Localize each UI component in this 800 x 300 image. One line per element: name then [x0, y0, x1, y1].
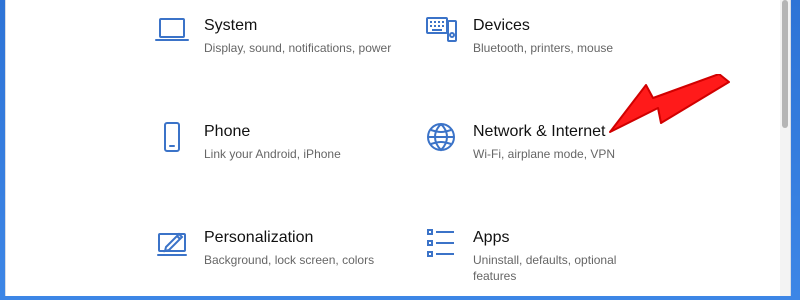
- phone-icon: [155, 120, 189, 154]
- settings-item-description: Background, lock screen, colors: [204, 253, 375, 267]
- scrollbar-thumb[interactable]: [782, 0, 788, 128]
- settings-item-apps[interactable]: Apps Uninstall, defaults, optional featu…: [424, 226, 674, 290]
- devices-icon: [424, 14, 458, 48]
- red-arrow-icon: [609, 73, 731, 138]
- laptop-icon: [155, 14, 189, 48]
- settings-item-title: Personalization: [204, 229, 314, 246]
- settings-item-personalization[interactable]: Personalization Background, lock screen,…: [155, 226, 405, 290]
- settings-item-description: Link your Android, iPhone: [204, 147, 341, 161]
- vertical-scrollbar[interactable]: [780, 0, 790, 296]
- window-frame: System Display, sound, notifications, po…: [0, 0, 800, 300]
- settings-item-phone[interactable]: Phone Link your Android, iPhone: [155, 120, 405, 184]
- settings-item-description: Uninstall, defaults, optional features: [473, 253, 617, 283]
- apps-icon: [424, 226, 458, 260]
- settings-item-title: Phone: [204, 123, 251, 140]
- globe-icon: [424, 120, 458, 154]
- settings-item-system[interactable]: System Display, sound, notifications, po…: [155, 14, 405, 78]
- settings-item-description: Bluetooth, printers, mouse: [473, 41, 614, 55]
- settings-item-description: Wi-Fi, airplane mode, VPN: [473, 147, 616, 161]
- settings-item-title: Devices: [473, 17, 530, 34]
- settings-window: System Display, sound, notifications, po…: [5, 0, 791, 296]
- settings-item-title: Network & Internet: [473, 123, 606, 140]
- personalization-icon: [155, 226, 189, 260]
- settings-item-title: Apps: [473, 229, 510, 246]
- settings-item-description: Display, sound, notifications, power: [204, 41, 392, 55]
- settings-item-title: System: [204, 17, 258, 34]
- settings-item-devices[interactable]: Devices Bluetooth, printers, mouse: [424, 14, 674, 78]
